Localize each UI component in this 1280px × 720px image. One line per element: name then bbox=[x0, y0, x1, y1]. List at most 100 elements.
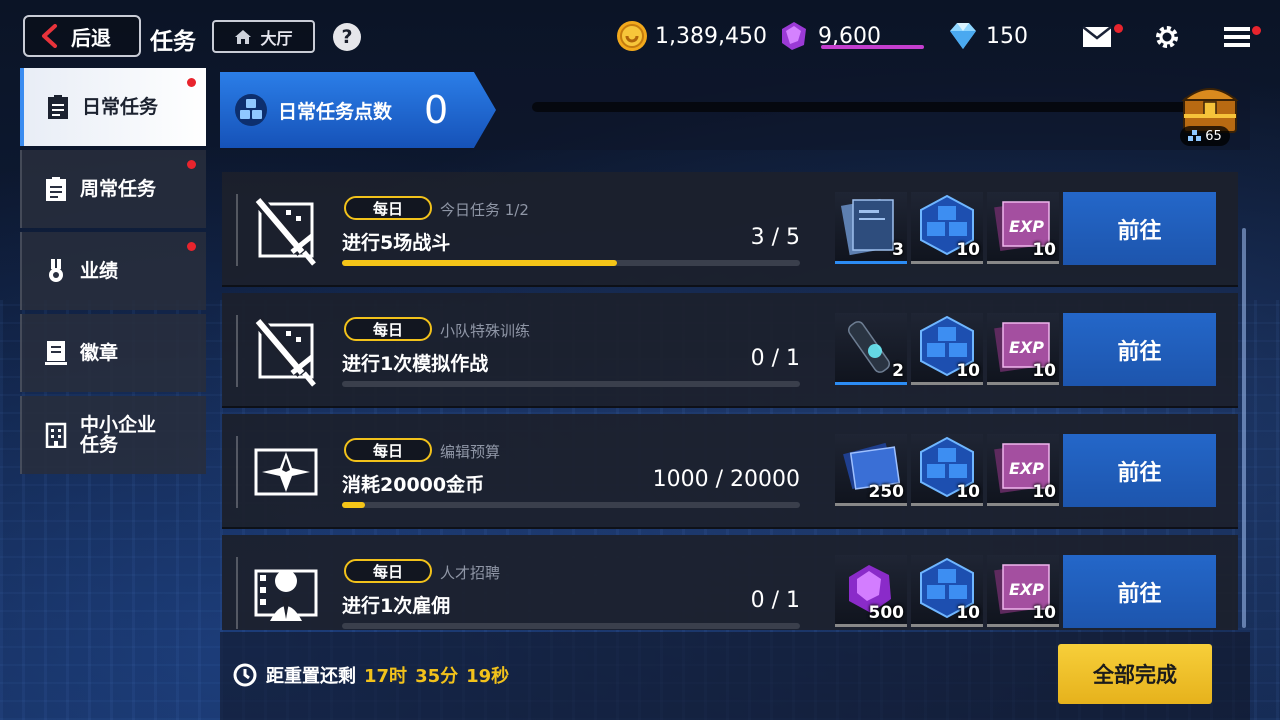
reward-blue-cube[interactable]: 10 bbox=[911, 555, 983, 627]
svg-text:EXP: EXP bbox=[1009, 217, 1044, 236]
daily-points-badge: 日常任务点数 0 bbox=[220, 72, 496, 148]
task-name: 进行5场战斗 bbox=[342, 232, 451, 254]
task-category-sidebar: 日常任务 周常任务 业绩 徽章 中小企业任务 bbox=[20, 68, 206, 478]
sidebar-item-label: 周常任务 bbox=[80, 178, 157, 200]
crystal-icon bbox=[782, 22, 806, 50]
task-category: 今日任务 1/2 bbox=[440, 201, 529, 219]
task-row: 每日 人才招聘 进行1次雇佣 0 / 1 500 10 EXP 10 前往 bbox=[222, 535, 1238, 630]
task-progress-count: 0 / 1 bbox=[750, 346, 800, 371]
svg-text:EXP: EXP bbox=[1009, 580, 1044, 599]
reward-qty: 500 bbox=[868, 603, 905, 623]
task-category: 人才招聘 bbox=[440, 564, 501, 582]
star-envelope-icon bbox=[254, 448, 318, 496]
go-button[interactable]: 前往 bbox=[1063, 555, 1216, 628]
sidebar-item-label: 中小企业任务 bbox=[80, 414, 157, 456]
divider bbox=[236, 315, 238, 387]
mail-button[interactable] bbox=[1080, 20, 1123, 54]
sword-icon bbox=[253, 196, 316, 266]
svg-text:EXP: EXP bbox=[1009, 338, 1044, 357]
clock-icon bbox=[233, 663, 257, 687]
settings-button[interactable] bbox=[1150, 20, 1184, 54]
reward-blue-cube[interactable]: 10 bbox=[911, 313, 983, 385]
svg-text:EXP: EXP bbox=[1009, 459, 1044, 478]
menu-alert-dot bbox=[1252, 26, 1261, 35]
reward-qty: 250 bbox=[868, 482, 905, 502]
task-list-scrollbar[interactable] bbox=[1242, 228, 1246, 628]
go-button[interactable]: 前往 bbox=[1063, 192, 1216, 265]
gold-currency: 1,389,450 bbox=[615, 19, 767, 53]
menu-button[interactable] bbox=[1220, 20, 1261, 54]
cubes-icon bbox=[1188, 130, 1202, 141]
reset-hours: 17时 bbox=[364, 666, 408, 687]
chest-requirement: 65 bbox=[1180, 126, 1230, 146]
reset-seconds: 19秒 bbox=[466, 666, 510, 687]
coin-icon bbox=[617, 21, 647, 51]
divider bbox=[236, 194, 238, 266]
sidebar-item-badges[interactable]: 徽章 bbox=[20, 314, 206, 392]
alert-dot bbox=[187, 242, 196, 251]
home-icon bbox=[235, 29, 252, 44]
reward-qty: 2 bbox=[892, 361, 904, 381]
reward-qty: 10 bbox=[956, 240, 980, 260]
task-progress-count: 3 / 5 bbox=[750, 225, 800, 250]
go-button[interactable]: 前往 bbox=[1063, 434, 1216, 507]
reward-blue-book[interactable]: 250 bbox=[835, 434, 907, 506]
lobby-button[interactable]: 大厅 bbox=[212, 20, 315, 53]
reward-blue-cube[interactable]: 10 bbox=[911, 192, 983, 264]
reset-minutes: 35分 bbox=[415, 666, 459, 687]
task-progress-bar bbox=[342, 260, 800, 266]
divider bbox=[236, 436, 238, 508]
sword-icon bbox=[253, 317, 316, 387]
task-name: 消耗20000金币 bbox=[342, 474, 485, 496]
task-progress-fill bbox=[342, 502, 365, 508]
task-row: 每日 今日任务 1/2 进行5场战斗 3 / 5 3 10 EXP 10 前往 bbox=[222, 172, 1238, 287]
daily-tag: 每日 bbox=[344, 317, 432, 341]
sidebar-item-achievements[interactable]: 业绩 bbox=[20, 232, 206, 310]
sidebar-item-weekly[interactable]: 周常任务 bbox=[20, 150, 206, 228]
daily-points-label: 日常任务点数 bbox=[278, 100, 393, 123]
reset-label: 距重置还剩 bbox=[266, 666, 356, 687]
task-progress-count: 1000 / 20000 bbox=[652, 467, 800, 492]
reward-exp-book[interactable]: EXP 10 bbox=[987, 192, 1059, 264]
person-card-icon bbox=[254, 569, 318, 621]
diamond-currency: 150 bbox=[946, 19, 1028, 53]
clipboard-icon bbox=[48, 95, 68, 119]
building-icon bbox=[45, 422, 67, 448]
back-button[interactable]: 后退 bbox=[23, 15, 141, 57]
task-category: 小队特殊训练 bbox=[440, 322, 531, 340]
gold-amount: 1,389,450 bbox=[655, 23, 767, 49]
reward-exp-book[interactable]: EXP 10 bbox=[987, 555, 1059, 627]
help-button[interactable]: ? bbox=[333, 23, 361, 51]
sidebar-item-daily[interactable]: 日常任务 bbox=[20, 68, 206, 146]
task-progress-fill bbox=[342, 260, 617, 266]
task-category: 编辑预算 bbox=[440, 443, 501, 461]
mail-icon bbox=[1082, 26, 1112, 47]
complete-all-button[interactable]: 全部完成 bbox=[1058, 644, 1212, 704]
sidebar-item-sme-tasks[interactable]: 中小企业任务 bbox=[20, 396, 206, 474]
task-list[interactable]: 每日 今日任务 1/2 进行5场战斗 3 / 5 3 10 EXP 10 前往 … bbox=[222, 172, 1238, 630]
reward-exp-book[interactable]: EXP 10 bbox=[987, 434, 1059, 506]
reward-purple-crystal[interactable]: 500 bbox=[835, 555, 907, 627]
task-row: 每日 编辑预算 消耗20000金币 1000 / 20000 250 10 EX… bbox=[222, 414, 1238, 529]
lobby-label: 大厅 bbox=[260, 28, 293, 48]
gear-icon bbox=[1156, 26, 1178, 48]
medal-icon bbox=[49, 259, 63, 282]
reset-timer: 距重置还剩 17时 35分 19秒 bbox=[232, 662, 509, 688]
reward-exp-book[interactable]: EXP 10 bbox=[987, 313, 1059, 385]
divider bbox=[236, 557, 238, 629]
diamond-amount: 150 bbox=[986, 23, 1028, 49]
page-title: 任务 bbox=[150, 29, 196, 55]
footer-bar: 距重置还剩 17时 35分 19秒 全部完成 bbox=[220, 632, 1250, 720]
menu-icon bbox=[1224, 27, 1250, 47]
crystal-underline bbox=[821, 45, 924, 49]
reward-document-folder[interactable]: 3 bbox=[835, 192, 907, 264]
reward-blue-cube[interactable]: 10 bbox=[911, 434, 983, 506]
cubes-icon bbox=[235, 94, 267, 126]
chevron-left-icon bbox=[42, 24, 57, 48]
task-progress-bar bbox=[342, 502, 800, 508]
alert-dot bbox=[187, 160, 196, 169]
back-label: 后退 bbox=[71, 25, 111, 50]
go-button[interactable]: 前往 bbox=[1063, 313, 1216, 386]
reward-tube[interactable]: 2 bbox=[835, 313, 907, 385]
daily-points-value: 0 bbox=[424, 88, 449, 132]
